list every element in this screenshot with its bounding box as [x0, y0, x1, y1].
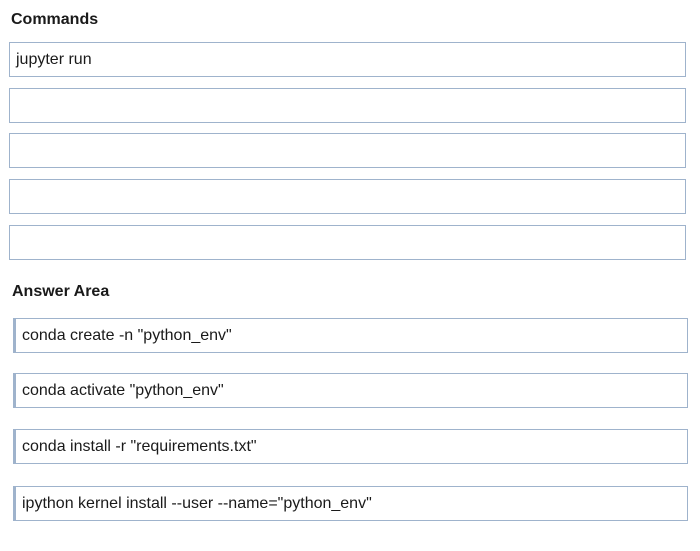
- command-slot-2[interactable]: [9, 88, 686, 123]
- command-slot-4[interactable]: [9, 179, 686, 214]
- command-slot-5[interactable]: [9, 225, 686, 260]
- answer-slot-2[interactable]: conda activate "python_env": [13, 373, 688, 408]
- answer-area-heading: Answer Area: [12, 283, 110, 300]
- answer-slot-4[interactable]: ipython kernel install --user --name="py…: [13, 486, 688, 521]
- command-slot-1[interactable]: jupyter run: [9, 42, 686, 77]
- answer-slot-3[interactable]: conda install -r "requirements.txt": [13, 429, 688, 464]
- command-slot-3[interactable]: [9, 133, 686, 168]
- commands-heading: Commands: [11, 11, 99, 28]
- answer-slot-1[interactable]: conda create -n "python_env": [13, 318, 688, 353]
